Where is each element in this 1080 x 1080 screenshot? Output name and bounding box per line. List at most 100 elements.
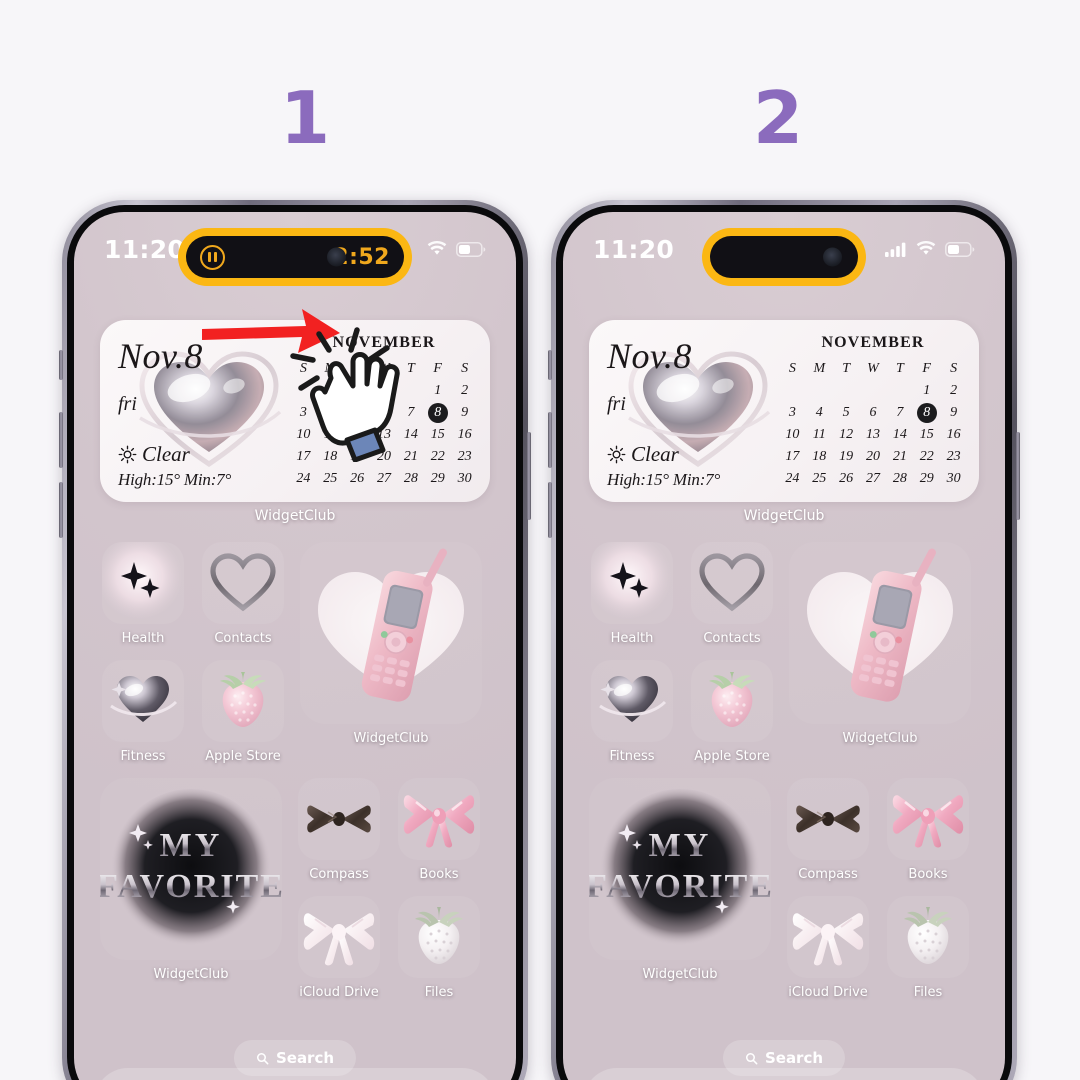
silent-switch-button[interactable]: [548, 350, 552, 380]
calendar-day: [886, 381, 913, 400]
app-books[interactable]: Books: [885, 778, 971, 882]
contacts-icon-tile[interactable]: [202, 542, 284, 624]
widget-label: WidgetClub: [153, 967, 229, 982]
files-icon-tile[interactable]: [887, 896, 969, 978]
icloud-drive-icon-tile[interactable]: [298, 896, 380, 978]
compass-icon-tile[interactable]: [787, 778, 869, 860]
calendar-day: 26: [350, 471, 365, 486]
dynamic-island-pill[interactable]: 2:52: [186, 236, 404, 278]
calendar-day: 27: [376, 471, 391, 486]
contacts-icon-tile[interactable]: [691, 542, 773, 624]
widget-caption: WidgetClub: [254, 508, 336, 524]
silent-switch-button[interactable]: [59, 350, 63, 380]
calendar-weather-widget[interactable]: Nov.8 fri Clear High:15° Min:7° NOVEMBER…: [589, 320, 979, 502]
power-button[interactable]: [527, 432, 531, 520]
sparkles-icon: [102, 542, 184, 624]
icloud-drive-icon-tile[interactable]: [787, 896, 869, 978]
apple-store-icon-tile[interactable]: [691, 660, 773, 742]
dow-label: W: [867, 361, 879, 376]
dynamic-island-highlight-ring: 2:52: [178, 228, 412, 286]
calendar-day: 30: [946, 471, 961, 486]
calendar-day: 20: [865, 449, 880, 464]
calendar-day: [860, 381, 887, 400]
strawberry-pink-icon: [220, 672, 266, 727]
calendar-day: 4: [815, 405, 823, 420]
health-icon-tile[interactable]: [591, 542, 673, 624]
widget-widgetclub-phone[interactable]: WidgetClub: [300, 542, 482, 764]
widget-weekday: fri: [118, 393, 137, 415]
app-health[interactable]: Health: [100, 542, 186, 646]
svg-text:FAVORITE: FAVORITE: [589, 868, 771, 905]
pink-flip-phone-icon: [318, 548, 464, 702]
app-fitness[interactable]: Fitness: [589, 660, 675, 764]
volume-up-button[interactable]: [548, 412, 552, 468]
apple-store-icon-tile[interactable]: [202, 660, 284, 742]
calendar-day: 19: [839, 449, 854, 464]
calendar-day: 16: [946, 427, 961, 442]
app-compass[interactable]: Compass: [785, 778, 871, 882]
flip-phone-widget-tile[interactable]: [789, 542, 971, 724]
app-label: Books: [908, 867, 948, 882]
step-number-2: 2: [752, 76, 803, 160]
pause-icon[interactable]: [200, 244, 225, 270]
calendar-day: [779, 381, 806, 400]
fitness-icon-tile[interactable]: [591, 660, 673, 742]
white-bow-icon: [792, 913, 864, 966]
status-time: 11:20: [593, 234, 675, 264]
health-icon-tile[interactable]: [102, 542, 184, 624]
app-label: Health: [610, 631, 654, 646]
app-books[interactable]: Books: [396, 778, 482, 882]
hand-tap-cursor: [290, 327, 400, 462]
dynamic-island-2[interactable]: [702, 228, 866, 286]
widget-date: Nov.8: [607, 336, 692, 376]
app-contacts[interactable]: Contacts: [200, 542, 286, 646]
calendar-day: 10: [785, 427, 800, 442]
my-favorite-widget-tile[interactable]: MY FAVORITE: [589, 778, 771, 960]
app-apple-store[interactable]: Apple Store: [200, 660, 286, 764]
search-pill[interactable]: Search: [722, 1040, 846, 1076]
app-fitness[interactable]: Fitness: [100, 660, 186, 764]
calendar-day: 26: [839, 471, 854, 486]
widget-label: WidgetClub: [642, 967, 718, 982]
fitness-icon-tile[interactable]: [102, 660, 184, 742]
app-files[interactable]: Files: [885, 896, 971, 1000]
calendar-day: 12: [839, 427, 854, 442]
dynamic-island-pill[interactable]: [710, 236, 858, 278]
widget-weather-pane: Nov.8 fri Clear High:15° Min:7°: [589, 320, 784, 502]
calendar-day: 30: [457, 471, 472, 486]
calendar-day: 6: [869, 405, 877, 420]
power-button[interactable]: [1016, 432, 1020, 520]
books-icon-tile[interactable]: [398, 778, 480, 860]
volume-up-button[interactable]: [59, 412, 63, 468]
compass-icon-tile[interactable]: [298, 778, 380, 860]
widget-label: WidgetClub: [842, 731, 918, 746]
app-apple-store[interactable]: Apple Store: [689, 660, 775, 764]
app-contacts[interactable]: Contacts: [689, 542, 775, 646]
app-grid: Health Contacts Fitness Apple Store Widg…: [589, 542, 989, 1000]
app-icloud-drive[interactable]: iCloud Drive: [296, 896, 382, 1000]
widget-widgetclub-phone[interactable]: WidgetClub: [789, 542, 971, 764]
app-compass[interactable]: Compass: [296, 778, 382, 882]
search-pill[interactable]: Search: [233, 1040, 357, 1076]
files-icon-tile[interactable]: [398, 896, 480, 978]
calendar-day: 14: [892, 427, 907, 442]
wifi-icon: [427, 241, 447, 255]
dynamic-island-1[interactable]: 2:52: [178, 228, 412, 286]
app-health[interactable]: Health: [589, 542, 675, 646]
status-time: 11:20: [104, 234, 186, 264]
widget-my-favorite[interactable]: MY FAVORITE WidgetClub: [100, 778, 282, 1000]
calendar-day: 28: [403, 471, 418, 486]
calendar-day: 22: [919, 449, 934, 464]
white-strawberry-icon: [904, 907, 952, 964]
calendar-day: 24: [296, 471, 311, 486]
app-files[interactable]: Files: [396, 896, 482, 1000]
tutorial-canvas: 1 2 11:20 2:52 Nov.8 fri Clear High:15° …: [0, 0, 1080, 1080]
books-icon-tile[interactable]: [887, 778, 969, 860]
volume-down-button[interactable]: [59, 482, 63, 538]
flip-phone-widget-tile[interactable]: [300, 542, 482, 724]
widget-my-favorite[interactable]: MY FAVORITE WidgetClub: [589, 778, 771, 1000]
volume-down-button[interactable]: [548, 482, 552, 538]
calendar-day: 13: [865, 427, 880, 442]
my-favorite-widget-tile[interactable]: MY FAVORITE: [100, 778, 282, 960]
app-icloud-drive[interactable]: iCloud Drive: [785, 896, 871, 1000]
